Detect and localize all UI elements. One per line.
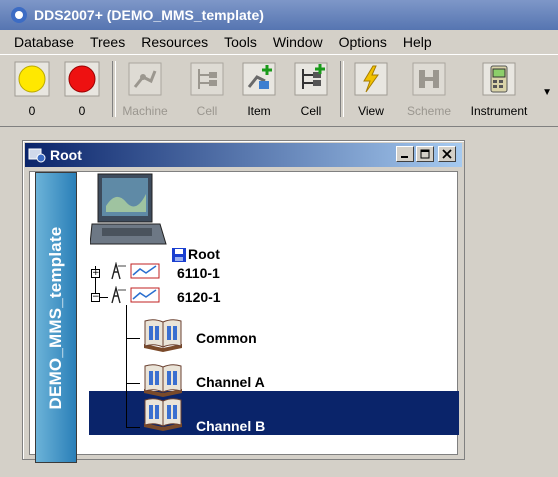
- tree-item-channel-a[interactable]: Channel A: [196, 374, 265, 390]
- item-button[interactable]: Item: [235, 59, 283, 121]
- chart-icon: [130, 263, 160, 279]
- collapse-toggle[interactable]: −: [91, 293, 100, 302]
- machine-icon: [128, 62, 162, 96]
- menu-trees[interactable]: Trees: [82, 34, 133, 50]
- scheme-icon: [412, 62, 446, 96]
- tree-node-root[interactable]: Root: [188, 246, 220, 262]
- machine-label: Machine: [122, 104, 168, 118]
- chart-icon: [130, 287, 160, 303]
- cell-label: Cell: [300, 104, 322, 118]
- root-window-icon: [28, 148, 46, 163]
- tree-node-6110-1[interactable]: 6110-1: [177, 265, 220, 281]
- item-add-icon: [242, 62, 276, 96]
- close-icon: [442, 149, 452, 159]
- scheme-button[interactable]: Scheme: [405, 59, 453, 121]
- lightning-icon: [354, 62, 388, 96]
- book-icon: [144, 398, 182, 431]
- app-icon: [11, 7, 27, 23]
- scheme-label: Scheme: [406, 104, 452, 118]
- tree-view: DEMO_MMS_template Root + 6110-1 − 6120-1…: [29, 171, 459, 463]
- red-circle-icon: [64, 61, 100, 97]
- close-button[interactable]: [438, 146, 456, 162]
- cell-disabled-label: Cell: [196, 104, 218, 118]
- template-banner: DEMO_MMS_template: [35, 172, 77, 463]
- laptop-icon: [90, 173, 167, 245]
- instrument-label: Instrument: [470, 104, 528, 118]
- menu-tools[interactable]: Tools: [216, 34, 265, 50]
- menu-window[interactable]: Window: [265, 34, 331, 50]
- yellow-alarm-button[interactable]: 0: [8, 59, 56, 121]
- instrument-button[interactable]: Instrument: [471, 59, 527, 121]
- template-banner-text: DEMO_MMS_template: [46, 226, 65, 409]
- minimize-button[interactable]: [396, 146, 414, 162]
- menu-resources[interactable]: Resources: [133, 34, 216, 50]
- menu-bar: Database Trees Resources Tools Window Op…: [0, 30, 558, 54]
- tree-item-common[interactable]: Common: [196, 330, 257, 346]
- tree-node-6120-1[interactable]: 6120-1: [177, 289, 221, 305]
- cell-tree-icon: [190, 62, 224, 96]
- cell-disabled-button[interactable]: Cell: [183, 59, 231, 121]
- expand-toggle[interactable]: +: [91, 269, 100, 278]
- maximize-icon: [420, 149, 430, 159]
- cell-add-icon: [294, 62, 328, 96]
- save-icon: [172, 248, 186, 262]
- toolbar: 0 0 Machine Cell Item Cell View Scheme I…: [0, 54, 558, 127]
- antenna-icon: [111, 262, 126, 280]
- minimize-icon: [401, 156, 408, 158]
- yellow-circle-icon: [14, 61, 50, 97]
- yellow-count: 0: [28, 104, 36, 118]
- instrument-icon: [482, 62, 516, 96]
- menu-help[interactable]: Help: [395, 34, 440, 50]
- root-window-title-bar[interactable]: Root: [25, 143, 462, 167]
- root-window: Root DEMO_MMS_template Root + 6110-1 − 6…: [22, 140, 465, 463]
- view-button[interactable]: View: [347, 59, 395, 121]
- book-icon: [144, 364, 182, 397]
- cell-button[interactable]: Cell: [287, 59, 335, 121]
- book-icon: [144, 319, 182, 352]
- root-window-title: Root: [50, 147, 82, 163]
- menu-options[interactable]: Options: [331, 34, 395, 50]
- menu-database[interactable]: Database: [0, 34, 82, 50]
- toolbar-overflow-icon[interactable]: ▼: [542, 87, 552, 98]
- maximize-button[interactable]: [416, 146, 434, 162]
- view-label: View: [358, 104, 384, 118]
- antenna-icon: [111, 286, 126, 304]
- app-title: DDS2007+ (DEMO_MMS_template): [34, 7, 264, 23]
- tree-item-channel-b[interactable]: Channel B: [196, 418, 265, 434]
- red-alarm-button[interactable]: 0: [58, 59, 106, 121]
- red-count: 0: [78, 104, 86, 118]
- machine-button[interactable]: Machine: [121, 59, 169, 121]
- item-label: Item: [247, 104, 271, 118]
- app-title-bar: DDS2007+ (DEMO_MMS_template): [0, 0, 558, 30]
